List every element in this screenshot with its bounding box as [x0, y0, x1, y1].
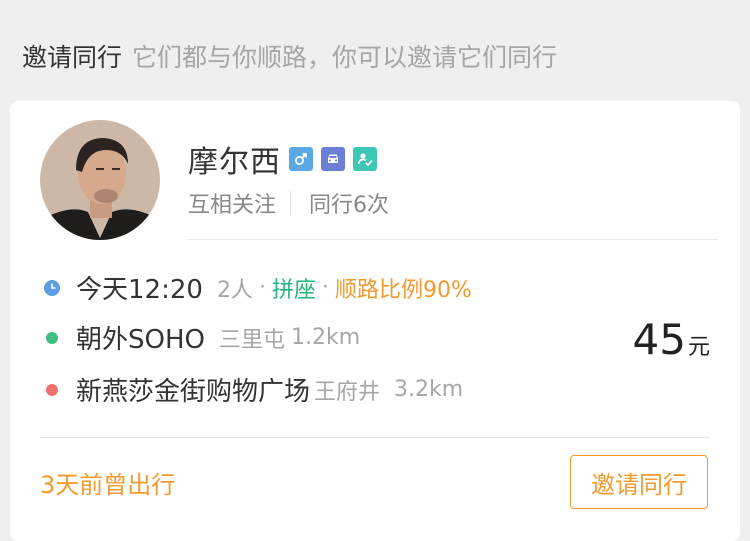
user-meta: 互相关注 同行6次 [188, 187, 389, 219]
price-unit: 元 [687, 335, 710, 360]
user-name-row: 摩尔西 [188, 137, 377, 181]
departure-time: 今天12:20 [76, 275, 203, 305]
verified-user-icon [353, 147, 377, 171]
page-subtitle: 它们都与你顺路，你可以邀请它们同行 [132, 43, 558, 72]
past-trip-label: 3天前曾出行 [40, 471, 176, 499]
male-icon [289, 147, 313, 171]
route-match-ratio: 顺路比例90% [334, 277, 472, 303]
destination-name: 新燕莎金街购物广场 [76, 377, 311, 407]
destination-row: 新燕莎金街购物广场 王府井 3.2km [40, 371, 463, 408]
trips-together-count: 同行6次 [309, 193, 390, 218]
price-amount: 45 [632, 315, 686, 364]
trip-time-row: 今天12:20 2人 · 拼座 · 顺路比例90% [40, 269, 472, 306]
destination-area: 王府井 [314, 379, 381, 405]
price: 45 元 [633, 315, 710, 364]
page-header: 邀请同行 它们都与你顺路，你可以邀请它们同行 [22, 38, 557, 78]
meta-divider [290, 191, 292, 215]
origin-distance: 1.2km [291, 325, 361, 350]
separator-dot: · [321, 275, 329, 300]
separator-dot: · [258, 275, 266, 300]
car-icon [321, 147, 345, 171]
origin-name: 朝外SOHO [76, 325, 205, 355]
avatar-image [40, 120, 160, 240]
ride-type: 拼座 [271, 277, 316, 303]
passenger-count: 2人 [216, 277, 253, 303]
clock-icon [40, 279, 64, 297]
origin-dot-icon [40, 331, 64, 344]
origin-area: 三里屯 [219, 327, 286, 353]
mutual-follow-label: 互相关注 [188, 193, 277, 218]
footer-divider [40, 437, 710, 438]
header-divider [188, 239, 718, 240]
invite-button[interactable]: 邀请同行 [570, 455, 708, 509]
origin-row: 朝外SOHO 三里屯 1.2km [40, 319, 360, 356]
avatar[interactable] [40, 120, 160, 240]
page-title: 邀请同行 [22, 43, 123, 72]
ride-card[interactable]: 摩尔西 互相关注 同行6次 今天12:20 2人 · 拼座 · 顺路比例90% … [10, 101, 740, 541]
destination-dot-icon [40, 383, 64, 396]
user-name: 摩尔西 [188, 145, 281, 180]
destination-distance: 3.2km [394, 377, 464, 402]
